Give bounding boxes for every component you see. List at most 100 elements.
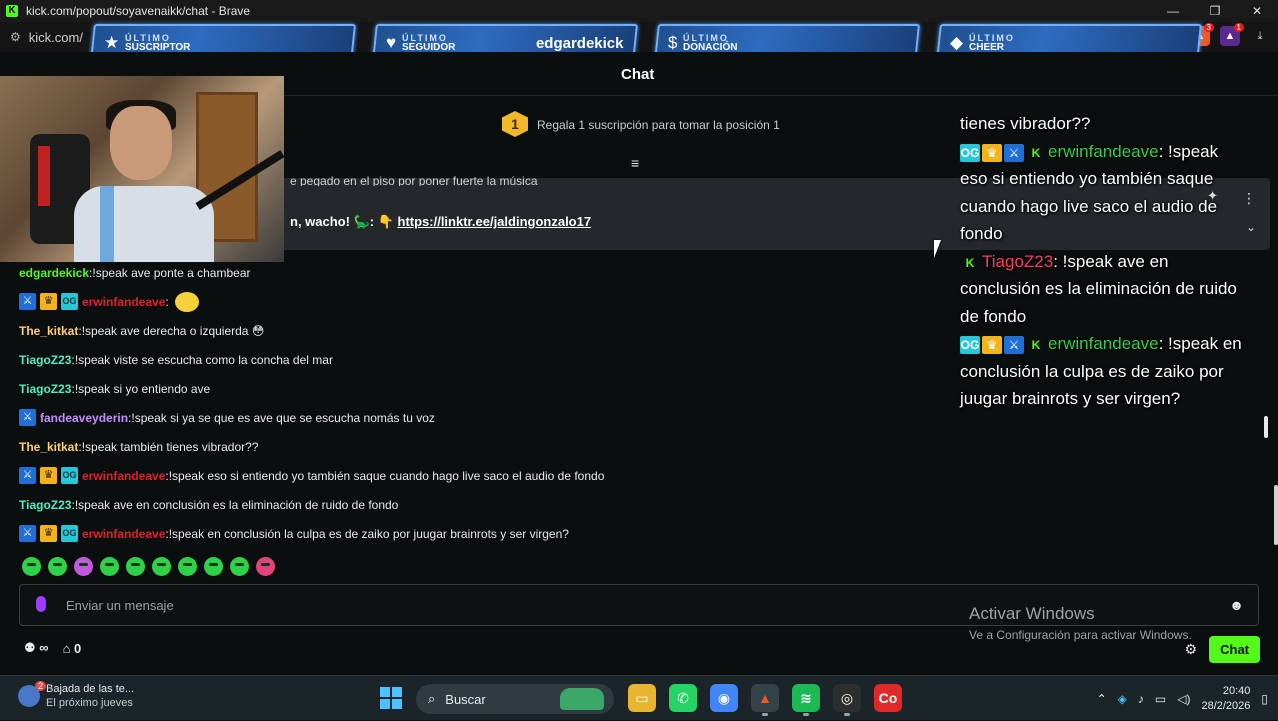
site-settings-icon[interactable]: ⚙ — [10, 30, 21, 44]
og-badge-icon[interactable]: OG — [61, 293, 78, 310]
channel-points[interactable]: ⚉ ∞ — [24, 640, 49, 656]
chat-username[interactable]: fandeaveyderin — [40, 411, 128, 425]
crown-badge-icon[interactable]: ♛ — [40, 293, 57, 310]
chat-message-list: edgardekick: !speak ave ponte a chambear… — [19, 258, 939, 548]
collapse-icon[interactable]: ≡ — [631, 155, 639, 171]
overlay-scrollbar[interactable] — [1264, 416, 1268, 438]
chat-message-text: !speak también tienes vibrador?? — [81, 439, 259, 454]
title-bar: K kick.com/popout/soyavenaikk/chat - Bra… — [0, 0, 1278, 22]
tts-entry: OG ♛ ⚔ Kerwinfandeave: !speak eso si entien… — [960, 141, 1219, 243]
page-scrollbar[interactable] — [1274, 485, 1278, 545]
emote-button[interactable] — [22, 557, 41, 576]
settings-gear-icon[interactable]: ⚙ — [1185, 641, 1198, 658]
maximize-button[interactable]: ❐ — [1194, 0, 1236, 22]
points-icon: ⚉ — [24, 640, 36, 655]
mouse-cursor — [934, 240, 947, 258]
crown-badge-icon[interactable]: ♛ — [40, 467, 57, 484]
emote-button[interactable] — [204, 557, 223, 576]
chat-username[interactable]: erwinfandeave — [82, 295, 165, 309]
chat-username[interactable]: erwinfandeave — [82, 469, 165, 483]
sword-badge-icon: ⚔ — [1004, 143, 1024, 162]
sword-badge-icon: ⚔ — [1004, 336, 1024, 354]
brave-rewards-icon[interactable]: ▲ 1 — [1220, 23, 1244, 46]
tray-chevron-icon[interactable]: ⌃ — [1097, 692, 1107, 706]
tts-overlay: tienes vibrador?? OG ♛ ⚔ Kerwinfandeave: !sp… — [960, 110, 1250, 413]
download-icon[interactable]: ⤓ — [1250, 26, 1270, 46]
pinned-message-text: n, wacho! 🦕: 👇 https://linktr.ee/jalding… — [290, 214, 592, 229]
send-chat-button[interactable]: Chat — [1209, 636, 1260, 663]
pinned-link[interactable]: https://linktr.ee/jaldingonzalo17 — [398, 214, 592, 229]
clock[interactable]: 20:40 28/2/2026 — [1201, 684, 1250, 714]
app-cc-icon[interactable]: Co — [874, 684, 902, 712]
tts-username: erwinfandeave — [1048, 141, 1159, 161]
heart-icon: ♥ — [386, 33, 397, 52]
emote-button[interactable] — [100, 557, 119, 576]
emote-button[interactable] — [178, 557, 197, 576]
emote-button[interactable] — [230, 557, 249, 576]
chat-message-text: !speak viste se escucha como la concha d… — [74, 352, 333, 367]
sword-badge-icon[interactable]: ⚔ — [19, 467, 36, 484]
sword-badge-icon[interactable]: ⚔ — [19, 293, 36, 310]
brave-icon[interactable]: ▲ — [751, 684, 779, 716]
chat-username[interactable]: TiagoZ23 — [19, 353, 71, 367]
spotify-icon[interactable]: ≋ — [792, 684, 820, 716]
chat-message: ⚔ fandeaveyderin: !speak si ya se que es … — [19, 403, 939, 432]
file-explorer-icon[interactable]: ▭ — [628, 684, 656, 712]
chat-username[interactable]: erwinfandeave — [82, 527, 165, 541]
shield-icon[interactable]: ◈ — [1118, 692, 1127, 706]
emote-button[interactable] — [126, 557, 145, 576]
dollar-icon: $ — [668, 33, 678, 52]
emoji-picker-icon[interactable]: ☻ — [1229, 597, 1244, 613]
network-icon[interactable]: ▭ — [1155, 692, 1166, 706]
webcam-overlay — [0, 76, 284, 262]
chat-emote[interactable] — [174, 291, 199, 312]
pinned-previous-line: e pegado en el piso por poner fuerte la … — [290, 174, 538, 186]
last-follower-name: edgardekick — [536, 35, 624, 52]
kick-logo-icon: K — [6, 5, 18, 17]
microphone-icon[interactable] — [36, 596, 46, 612]
position-medal-icon: 1 — [502, 111, 528, 137]
store-button[interactable]: ⌂ 0 — [63, 641, 82, 656]
chat-message: TiagoZ23: !speak ave en conclusión es la… — [19, 497, 399, 512]
window-title: kick.com/popout/soyavenaikk/chat - Brave — [26, 4, 251, 18]
chat-username[interactable]: The_kitkat — [19, 440, 78, 454]
chat-message-text: !speak eso si entiendo yo también saque … — [168, 468, 605, 483]
minimize-button[interactable]: — — [1152, 0, 1194, 22]
close-button[interactable]: ✕ — [1236, 0, 1278, 22]
chat-message-text: !speak ave ponte a chambear — [92, 265, 251, 280]
sword-badge-icon[interactable]: ⚔ — [19, 525, 36, 542]
og-badge-icon[interactable]: OG — [61, 525, 78, 542]
chat-username[interactable]: The_kitkat — [19, 324, 78, 338]
sword-badge-icon[interactable]: ⚔ — [19, 409, 36, 426]
browser-actions: ▲3 ▲1 ⤓ — [1190, 23, 1270, 46]
crown-badge-icon[interactable]: ♛ — [40, 525, 57, 542]
url-text[interactable]: kick.com/ — [29, 30, 83, 45]
emote-button[interactable] — [74, 557, 93, 576]
crown-badge-icon: ♛ — [982, 143, 1002, 162]
emote-button[interactable] — [256, 557, 275, 576]
emote-button[interactable] — [152, 557, 171, 576]
chat-username[interactable]: edgardekick — [19, 266, 89, 280]
obs-icon[interactable]: ◎ — [833, 684, 861, 716]
emote-button[interactable] — [48, 557, 67, 576]
search-icon: ⌕ — [428, 691, 436, 706]
whatsapp-icon[interactable]: ✆ — [669, 684, 697, 712]
chat-message: The_kitkat: !speak ave derecha o izquier… — [19, 323, 265, 338]
taskbar-search[interactable]: ⌕ Buscar — [416, 684, 614, 714]
volume-icon[interactable]: ◁) — [1177, 692, 1190, 706]
chat-username[interactable]: TiagoZ23 — [19, 382, 71, 396]
chat-footer-right: ⚙ Chat — [1185, 636, 1260, 663]
notification-icon[interactable]: ▯ — [1261, 692, 1268, 706]
chat-message-text: !speak si ya se que es ave que se escuch… — [131, 410, 435, 425]
store-icon: ⌂ — [62, 640, 71, 656]
mic-tray-icon[interactable]: ♪ — [1138, 692, 1144, 706]
windows-start-icon[interactable] — [380, 687, 402, 709]
chat-username[interactable]: TiagoZ23 — [19, 498, 71, 512]
chat-message: TiagoZ23: !speak si yo entiendo ave — [19, 381, 211, 396]
og-badge-icon[interactable]: OG — [61, 467, 78, 484]
kick-badge-icon: K — [1031, 338, 1041, 352]
chat-message-text: !speak si yo entiendo ave — [74, 381, 211, 396]
chrome-icon[interactable]: ◉ — [710, 684, 738, 712]
weather-widget[interactable]: 2 Bajada de las te... El próximo jueves — [18, 681, 134, 710]
og-badge-icon: OG — [960, 143, 980, 162]
